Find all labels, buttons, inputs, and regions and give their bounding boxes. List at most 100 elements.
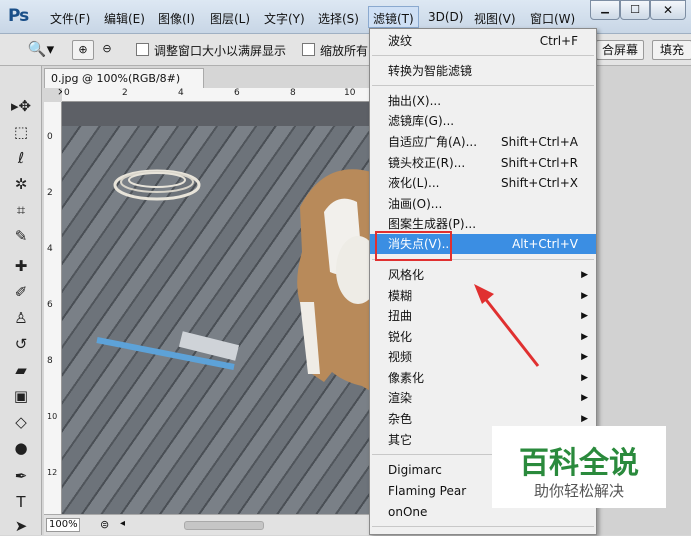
minimize-button[interactable]: ▁ bbox=[590, 0, 620, 20]
crop-tool-icon[interactable]: ⌗ bbox=[8, 200, 34, 220]
zoom-tool-icon[interactable]: 🔍▾ bbox=[24, 40, 58, 60]
menu-item-label: 像素化 bbox=[388, 371, 425, 385]
brush-tool-icon[interactable]: ✐ bbox=[8, 282, 34, 302]
ruler-tick-label: 10 bbox=[344, 88, 356, 98]
fill-button[interactable]: 填充 bbox=[652, 40, 691, 60]
menu-item-lens-correction[interactable]: 镜头校正(R)... Shift+Ctrl+R bbox=[370, 153, 596, 173]
ruler-tick-label: 4 bbox=[47, 244, 53, 254]
eraser-tool-icon[interactable]: ▰ bbox=[8, 360, 34, 380]
annotation-arrow-icon bbox=[474, 284, 540, 367]
history-brush-icon[interactable]: ↺ bbox=[8, 334, 34, 354]
menu-item-filter-gallery[interactable]: 滤镜库(G)... bbox=[370, 111, 596, 131]
document-canvas[interactable] bbox=[62, 102, 372, 514]
menu-select[interactable]: 选择(S) bbox=[318, 10, 359, 27]
lasso-tool-icon[interactable]: ℓ bbox=[8, 148, 34, 168]
ruler-tick-label: 2 bbox=[122, 88, 128, 98]
menu-divider bbox=[372, 526, 594, 527]
ruler-tick-label: 8 bbox=[47, 356, 53, 366]
menu-item-label: 其它 bbox=[388, 433, 413, 447]
menu-item-label: 模糊 bbox=[388, 289, 413, 303]
ruler-tick-label: 2 bbox=[47, 188, 53, 198]
menu-item-smart-filter[interactable]: 转换为智能滤镜 bbox=[370, 61, 596, 81]
menu-view[interactable]: 视图(V) bbox=[474, 10, 516, 27]
menu-filter[interactable]: 滤镜(T) bbox=[368, 6, 419, 28]
menu-item-label: 图案生成器(P)... bbox=[388, 217, 477, 231]
resize-window-checkbox[interactable] bbox=[136, 43, 149, 56]
zoom-out-icon[interactable]: ⊖ bbox=[96, 40, 118, 60]
menu-item-shortcut: Ctrl+F bbox=[539, 34, 578, 48]
menu-layer[interactable]: 图层(L) bbox=[210, 10, 250, 27]
ruler-tick-label: 4 bbox=[178, 88, 184, 98]
close-button[interactable]: ✕ bbox=[650, 0, 686, 20]
app-logo: Ps bbox=[8, 6, 29, 26]
menu-divider bbox=[372, 55, 594, 56]
ruler-tick-label: 6 bbox=[234, 88, 240, 98]
resize-window-label: 调整窗口大小以满屏显示 bbox=[154, 44, 287, 58]
move-tool-icon[interactable]: ▸✥ bbox=[8, 96, 34, 116]
menu-edit[interactable]: 编辑(E) bbox=[104, 10, 145, 27]
menu-item-label: 镜头校正(R)... bbox=[388, 156, 466, 170]
menu-item-adaptive-wide-angle[interactable]: 自适应广角(A)... Shift+Ctrl+A bbox=[370, 132, 596, 152]
zoom-level-field[interactable]: 100% bbox=[46, 518, 80, 532]
tools-panel: ▸✥ ⬚ ℓ ✲ ⌗ ✎ ✚ ✐ ♙ ↺ ▰ ▣ ◇ ● ✒ T ➤ bbox=[0, 66, 42, 535]
zoom-all-checkbox[interactable] bbox=[302, 43, 315, 56]
eyedropper-icon[interactable]: ✎ bbox=[8, 226, 34, 246]
scroll-left-icon[interactable]: ◂ bbox=[120, 518, 125, 529]
ruler-tick-label: 12 bbox=[47, 468, 58, 477]
menu-item-label: 抽出(X)... bbox=[388, 94, 442, 108]
menu-item-label: 液化(L)... bbox=[388, 176, 440, 190]
menu-item-label: 风格化 bbox=[388, 268, 425, 282]
menu-item-ripple[interactable]: 波纹 Ctrl+F bbox=[370, 31, 596, 51]
blur-tool-icon[interactable]: ◇ bbox=[8, 412, 34, 432]
ruler-horizontal: 0 2 4 6 8 10 bbox=[62, 88, 372, 102]
menu-file[interactable]: 文件(F) bbox=[50, 10, 90, 27]
ruler-tick-label: 0 bbox=[64, 88, 70, 98]
menu-item-label: 扭曲 bbox=[388, 309, 413, 323]
document-title: 0.jpg @ 100%(RGB/8#) bbox=[51, 72, 181, 85]
menu-window[interactable]: 窗口(W) bbox=[530, 10, 575, 27]
menu-item-label: Flaming Pear bbox=[388, 484, 467, 498]
menu-item-render[interactable]: 渲染 ▶ bbox=[370, 388, 596, 408]
menu-image[interactable]: 图像(I) bbox=[158, 10, 195, 27]
menu-item-label: onOne bbox=[388, 505, 428, 519]
magic-wand-icon[interactable]: ✲ bbox=[8, 174, 34, 194]
ruler-tick-label: 8 bbox=[290, 88, 296, 98]
horizontal-scrollbar[interactable] bbox=[184, 521, 264, 530]
menu-item-label: 滤镜库(G)... bbox=[388, 114, 455, 128]
zoom-in-icon[interactable]: ⊕ bbox=[72, 40, 94, 60]
maximize-button[interactable]: ☐ bbox=[620, 0, 650, 20]
marquee-tool-icon[interactable]: ⬚ bbox=[8, 122, 34, 142]
dodge-tool-icon[interactable]: ● bbox=[8, 438, 34, 458]
menu-item-label: 油画(O)... bbox=[388, 197, 443, 211]
menu-item-label: 渲染 bbox=[388, 391, 413, 405]
annotation-highlight-box bbox=[375, 231, 452, 261]
menu-item-shortcut: Alt+Ctrl+V bbox=[512, 237, 578, 251]
healing-brush-icon[interactable]: ✚ bbox=[8, 256, 34, 276]
menu-item-shortcut: Shift+Ctrl+X bbox=[501, 176, 578, 190]
menu-item-label: 锐化 bbox=[388, 330, 413, 344]
menu-type[interactable]: 文字(Y) bbox=[264, 10, 305, 27]
menu-item-label: 转换为智能滤镜 bbox=[388, 64, 473, 78]
menu-item-oil-paint[interactable]: 油画(O)... bbox=[370, 194, 596, 214]
path-select-icon[interactable]: ➤ bbox=[8, 516, 34, 536]
menu-item-shortcut: Shift+Ctrl+R bbox=[500, 156, 578, 170]
zoom-all-label: 缩放所有 bbox=[320, 44, 369, 58]
stamp-tool-icon[interactable]: ♙ bbox=[8, 308, 34, 328]
document-tab[interactable]: 0.jpg @ 100%(RGB/8#) × bbox=[44, 68, 204, 98]
menu-item-liquify[interactable]: 液化(L)... Shift+Ctrl+X bbox=[370, 173, 596, 193]
ruler-tick-label: 6 bbox=[47, 300, 53, 310]
gradient-tool-icon[interactable]: ▣ bbox=[8, 386, 34, 406]
photo-content bbox=[96, 169, 372, 392]
watermark: 百科全说 助你轻松解决 bbox=[492, 426, 666, 508]
ruler-tick-label: 0 bbox=[47, 132, 53, 142]
type-tool-icon[interactable]: T bbox=[8, 492, 34, 512]
status-menu-icon[interactable]: ⊜ bbox=[100, 518, 109, 531]
pen-tool-icon[interactable]: ✒ bbox=[8, 466, 34, 486]
menu-item-extract[interactable]: 抽出(X)... bbox=[370, 91, 596, 111]
fill-screen-button[interactable]: 合屏幕 bbox=[596, 40, 644, 60]
menu-item-label: 视频 bbox=[388, 350, 413, 364]
menu-item-label: 自适应广角(A)... bbox=[388, 135, 478, 149]
menu-3d[interactable]: 3D(D) bbox=[428, 10, 463, 24]
menu-item-shortcut: Shift+Ctrl+A bbox=[501, 135, 578, 149]
menu-item-label: 杂色 bbox=[388, 412, 413, 426]
